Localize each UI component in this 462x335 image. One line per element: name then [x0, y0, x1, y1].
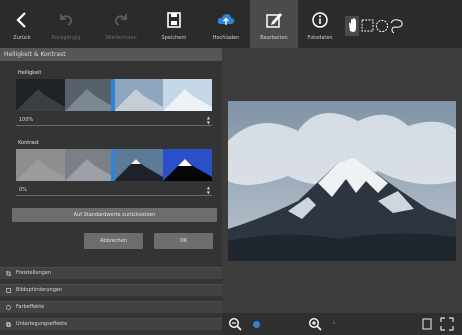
list-item-label: Unterlegungseffekte	[16, 321, 68, 327]
contrast-preview-strip[interactable]	[16, 149, 212, 181]
brightness-label: Helligkeit	[18, 70, 42, 76]
brightness-preview-1[interactable]	[16, 79, 65, 111]
contrast-label: Kontrast	[18, 140, 39, 146]
reset-defaults-button[interactable]: Auf Standardwerte zurücksetzen	[12, 208, 217, 222]
list-item-unterlegungseffekte[interactable]: Unterlegungseffekte	[0, 318, 222, 330]
contrast-preview-3[interactable]	[114, 149, 163, 181]
brightness-preview-3[interactable]	[114, 79, 163, 111]
brightness-preview-4[interactable]	[163, 79, 212, 111]
cancel-button[interactable]: Abbrechen	[84, 233, 143, 249]
contrast-value: 0%	[19, 187, 27, 193]
color-effects-icon	[6, 305, 11, 310]
selection-tools	[345, 16, 405, 36]
info-icon	[312, 12, 328, 28]
photo-info-button[interactable]: Fotodaten	[298, 0, 342, 48]
crop-icon	[6, 271, 11, 276]
brightness-spinner[interactable]: ▲ ▼	[207, 115, 210, 125]
upload-label: Hochladen	[212, 35, 240, 41]
overlay-effects-icon	[6, 322, 11, 327]
selection-tools-icons	[345, 16, 403, 36]
save-label: Speichern	[161, 35, 187, 41]
ok-button[interactable]: OK	[154, 233, 213, 249]
brightness-value-field[interactable]: 100% ▲ ▼	[16, 114, 212, 126]
list-item-farbeffekte[interactable]: Farbeffekte	[0, 301, 222, 313]
list-item-label: Freistellungen	[16, 270, 52, 276]
contrast-preview-2[interactable]	[65, 149, 114, 181]
ellipse-select-icon[interactable]	[375, 19, 389, 33]
zoom-in-icon[interactable]	[308, 317, 322, 331]
back-icon	[16, 12, 26, 28]
redo-label: Wiederholen	[105, 35, 137, 41]
back-label: Zurück	[13, 35, 31, 41]
contrast-value-field[interactable]: 0% ▲ ▼	[16, 184, 212, 196]
image-canvas[interactable]	[222, 48, 462, 313]
photo-editor-window: Zurück Rückgängig Wiederholen Speichern …	[0, 0, 462, 335]
contrast-spinner[interactable]: ▲ ▼	[207, 185, 210, 195]
mountain-photo[interactable]	[228, 101, 456, 261]
save-button[interactable]: Speichern	[152, 0, 196, 48]
brightness-contrast-panel: Helligkeit & Kontrast Helligkeit 100% ▲ ▼…	[0, 48, 222, 335]
list-item-label: Bildoptimierungen	[16, 287, 63, 293]
bottom-bar: 1	[222, 313, 462, 335]
top-toolbar: Zurück Rückgängig Wiederholen Speichern …	[0, 0, 462, 48]
cloud-upload-icon	[217, 14, 235, 25]
save-icon	[167, 12, 181, 28]
edit-button[interactable]: Bearbeiten	[250, 0, 298, 48]
back-button[interactable]: Zurück	[0, 0, 44, 48]
list-item-bildoptimierungen[interactable]: Bildoptimierungen	[0, 284, 222, 296]
zoom-slider-thumb[interactable]	[253, 321, 260, 328]
contrast-preview-4[interactable]	[163, 149, 212, 181]
undo-button[interactable]: Rückgängig	[44, 0, 88, 48]
edit-icon	[266, 13, 282, 28]
contrast-current-marker	[111, 149, 115, 181]
photo-info-label: Fotodaten	[307, 35, 333, 41]
redo-button[interactable]: Wiederholen	[99, 0, 143, 48]
brightness-value: 100%	[19, 117, 34, 123]
brightness-current-marker	[111, 79, 115, 111]
edit-label: Bearbeiten	[260, 35, 288, 41]
brightness-preview-strip[interactable]	[16, 79, 212, 111]
page-indicator: 1	[332, 319, 336, 326]
upload-button[interactable]: Hochladen	[204, 0, 248, 48]
enhance-icon	[6, 288, 11, 293]
zoom-out-icon[interactable]	[228, 317, 242, 331]
undo-icon	[60, 14, 73, 26]
lasso-select-icon[interactable]	[390, 19, 403, 34]
panel-title: Helligkeit & Kontrast	[0, 48, 222, 61]
redo-icon	[114, 14, 127, 26]
list-item-label: Farbeffekte	[16, 304, 45, 310]
rect-select-icon[interactable]	[361, 19, 374, 32]
list-item-freistellungen[interactable]: Freistellungen	[0, 267, 222, 279]
fullscreen-icon[interactable]	[440, 317, 454, 331]
undo-label: Rückgängig	[51, 35, 81, 41]
brightness-preview-2[interactable]	[65, 79, 114, 111]
contrast-preview-1[interactable]	[16, 149, 65, 181]
fit-screen-icon[interactable]	[420, 317, 434, 331]
